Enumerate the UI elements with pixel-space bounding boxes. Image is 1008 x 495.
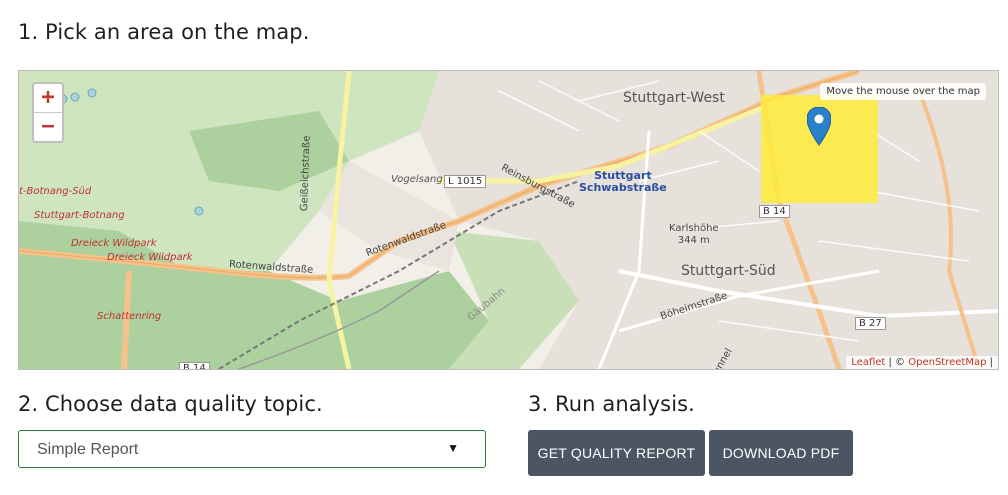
map-tiles[interactable] bbox=[19, 71, 998, 369]
map-label: Dreieck Wildpark bbox=[107, 252, 193, 263]
topic-select-value: Simple Report bbox=[37, 441, 139, 458]
map-label: Stuttgart-Süd bbox=[681, 263, 776, 279]
map-label: Dreieck Wildpark bbox=[71, 238, 157, 249]
attribution-separator: | © bbox=[885, 357, 909, 368]
step-3-heading: 3. Run analysis. bbox=[528, 392, 695, 416]
map-label: t-Botnang-Süd bbox=[19, 186, 92, 197]
map-label: Stuttgart-West bbox=[623, 90, 725, 106]
map-label: Stuttgart-Botnang bbox=[34, 210, 125, 221]
map-label: Vogelsang bbox=[391, 174, 443, 185]
map-marker-icon[interactable] bbox=[807, 107, 831, 147]
map-attribution: Leaflet | © OpenStreetMap | bbox=[846, 356, 998, 369]
get-quality-report-button[interactable]: GET QUALITY REPORT bbox=[528, 430, 705, 476]
topic-select[interactable]: Simple Report ▼ bbox=[18, 430, 486, 468]
road-shield: L 1015 bbox=[444, 175, 487, 188]
station-label: Stuttgart Schwabstraße bbox=[579, 169, 667, 194]
road-shield: B 27 bbox=[855, 317, 886, 330]
map-label: Schattenring bbox=[97, 311, 162, 322]
road-shield: B 14 bbox=[179, 362, 210, 369]
step-1-heading: 1. Pick an area on the map. bbox=[18, 20, 310, 44]
step-2-heading: 2. Choose data quality topic. bbox=[18, 392, 323, 416]
chevron-down-icon: ▼ bbox=[447, 441, 459, 455]
map-hint: Move the mouse over the map bbox=[820, 83, 986, 100]
zoom-in-button[interactable]: + bbox=[34, 84, 62, 113]
leaflet-link[interactable]: Leaflet bbox=[851, 357, 885, 368]
map-label: Karlshöhe 344 m bbox=[669, 223, 719, 246]
zoom-out-button[interactable]: − bbox=[34, 113, 62, 141]
zoom-control: + − bbox=[32, 82, 64, 143]
osm-link[interactable]: OpenStreetMap bbox=[908, 357, 986, 368]
attribution-end: | bbox=[986, 357, 993, 368]
road-shield: B 14 bbox=[759, 205, 790, 218]
map[interactable]: Stuttgart-West Stuttgart-Süd Stuttgart Sc… bbox=[18, 70, 999, 370]
download-pdf-button[interactable]: DOWNLOAD PDF bbox=[709, 430, 853, 476]
